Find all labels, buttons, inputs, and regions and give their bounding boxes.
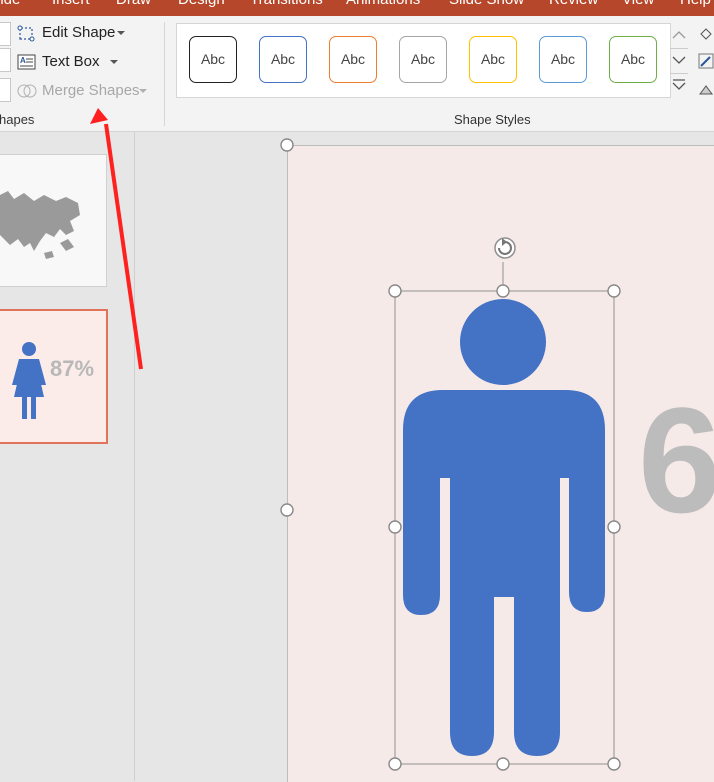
slide-selection-handle[interactable] — [280, 138, 294, 152]
slide-selection-handle[interactable] — [280, 503, 294, 517]
male-figure-shape[interactable] — [403, 299, 605, 756]
rotate-handle-icon[interactable] — [494, 237, 516, 259]
canvas-overlay — [90, 108, 621, 771]
annotation-arrow-icon — [90, 108, 143, 370]
